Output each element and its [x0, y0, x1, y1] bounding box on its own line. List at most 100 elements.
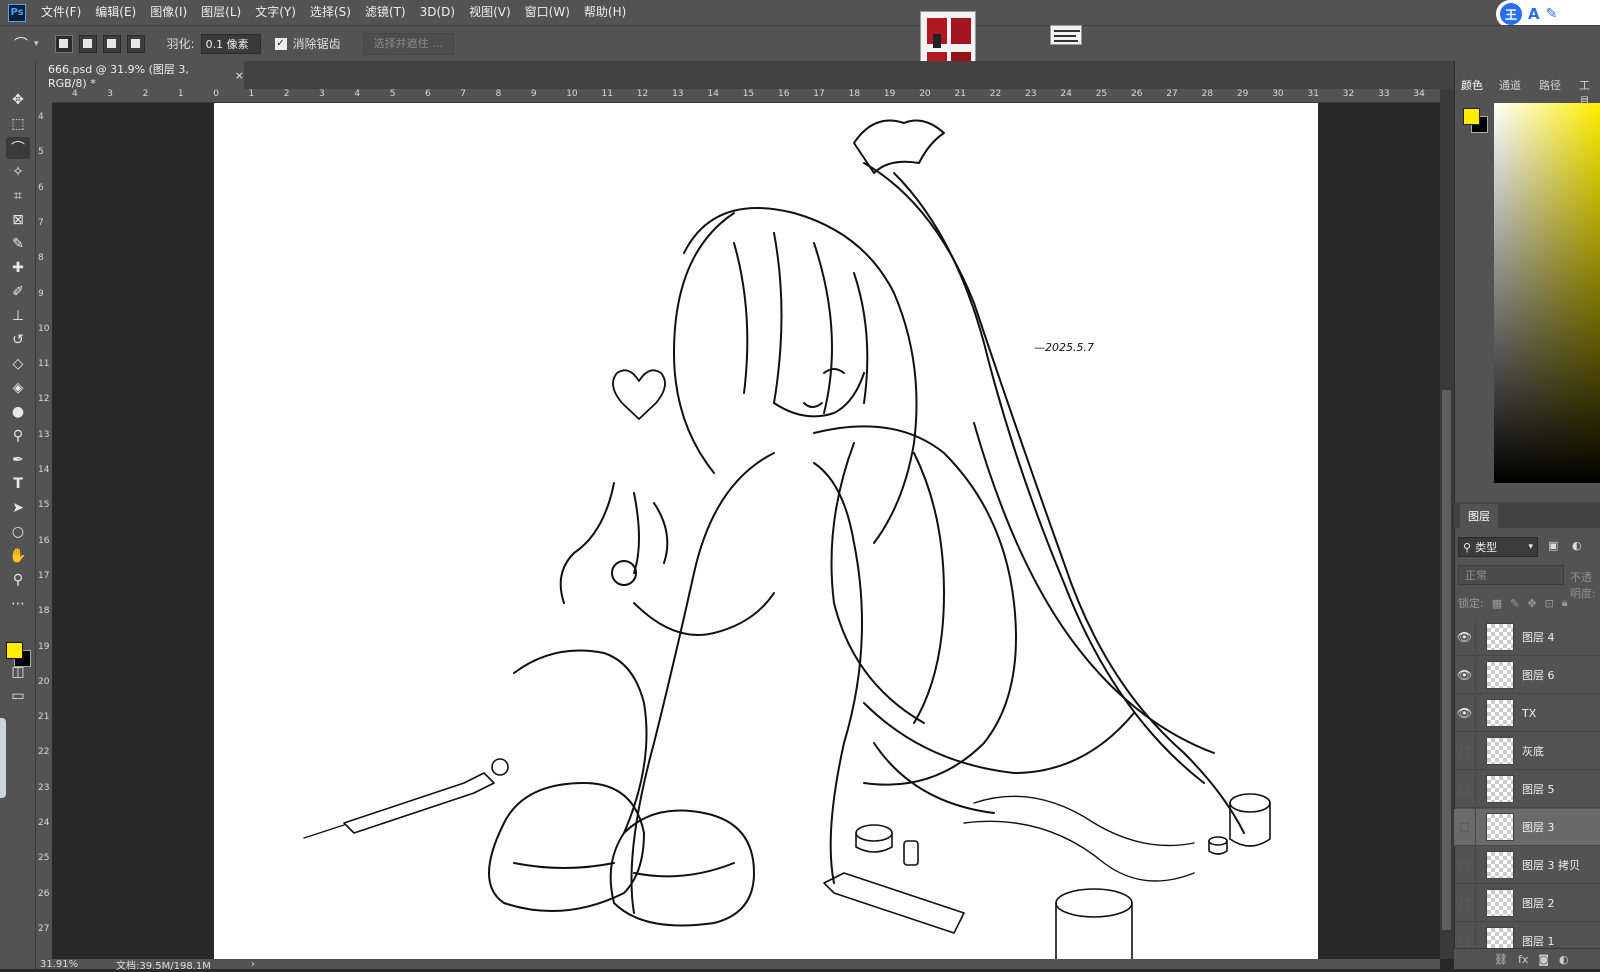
document-canvas[interactable]: —2025.5.7	[214, 103, 1318, 959]
layer-row[interactable]: 👁︎ 图层 4	[1454, 618, 1600, 656]
menu-edit[interactable]: 编辑(E)	[88, 0, 143, 25]
vertical-scrollbar-thumb[interactable]	[1442, 390, 1451, 930]
move-icon[interactable]: ✥	[6, 89, 30, 111]
zoom-level[interactable]: 31.91%	[40, 959, 112, 970]
color-picker-field[interactable]	[1494, 103, 1600, 483]
history-brush-icon[interactable]: ↺	[6, 329, 30, 351]
layer-row[interactable]: 图层 3 拷贝	[1454, 846, 1600, 884]
link-icon[interactable]: ⛓	[1494, 953, 1508, 966]
marquee-icon[interactable]: ⬚	[6, 113, 30, 135]
document-tab-title[interactable]: 666.psd @ 31.9% (图层 3, RGB/8) *	[48, 61, 225, 90]
menu-layer[interactable]: 图层(L)	[194, 0, 248, 25]
fx-button[interactable]: fx	[1518, 953, 1528, 966]
layer-row[interactable]: 👁︎ TX	[1454, 694, 1600, 732]
layer-name: 图层 6	[1522, 669, 1555, 682]
stamp-icon[interactable]: ⊥	[6, 305, 30, 327]
select-and-mask-button[interactable]: 选择并遮住 ...	[362, 32, 454, 55]
mask-icon[interactable]: ◙	[1538, 953, 1549, 966]
translate-widget[interactable]: 王 A ✎	[1496, 0, 1600, 28]
menu-filter[interactable]: 滤镜(T)	[358, 0, 413, 25]
foreground-color-swatch[interactable]	[6, 642, 23, 659]
visibility-eye-icon[interactable]	[1454, 808, 1476, 846]
close-icon[interactable]: ×	[235, 69, 244, 82]
layer-row[interactable]: 图层 2	[1454, 884, 1600, 922]
crop-icon[interactable]: ⌗	[6, 185, 30, 207]
visibility-eye-icon[interactable]: 👁︎	[1454, 656, 1476, 694]
layer-row[interactable]: 图层 3	[1454, 808, 1600, 846]
lock-paint-icon[interactable]: ✎	[1510, 597, 1519, 610]
subtract-selection-button[interactable]	[102, 34, 121, 53]
lock-all-icon[interactable]: 🔒︎	[1562, 596, 1568, 610]
ruler-top-tick: 4	[354, 89, 361, 99]
visibility-eye-icon[interactable]: 👁︎	[1454, 694, 1476, 732]
more-icon[interactable]: ⋯	[6, 593, 30, 615]
ruler-top-tick: 33	[1378, 89, 1390, 99]
layer-row[interactable]: 👁︎ 图层 6	[1454, 656, 1600, 694]
tab-color[interactable]: 颜色	[1461, 77, 1483, 93]
pen-edit-icon[interactable]: ✎	[1546, 6, 1558, 22]
tab-paths[interactable]: 路径	[1539, 77, 1561, 93]
options-bar: ⌒ ▾ 羽化: ✓ 消除锯齿 选择并遮住 ...	[0, 25, 1600, 61]
menu-help[interactable]: 帮助(H)	[577, 0, 633, 25]
tab-layers[interactable]: 图层	[1460, 504, 1498, 528]
side-handle[interactable]	[0, 718, 6, 798]
antialias-checkbox[interactable]: ✓	[274, 37, 287, 50]
ruler-top-tick: 12	[636, 89, 649, 99]
color-panel-foreground[interactable]	[1463, 108, 1480, 125]
ruler-top[interactable]: 4 3 2 1 0 1 2 3 4 5 6 7 8 9 10 11 12 13 14 15 16 17 18 19 20 21 22…	[52, 89, 1440, 103]
reference-text-thumbnail[interactable]	[1050, 25, 1082, 45]
ellipse-icon[interactable]: ○	[6, 521, 30, 543]
path-select-icon[interactable]: ➤	[6, 497, 30, 519]
brush-icon[interactable]: ✐	[6, 281, 30, 303]
status-arrow[interactable]: ›	[251, 959, 255, 970]
visibility-eye-icon[interactable]	[1454, 884, 1476, 922]
blend-mode-dropdown[interactable]: 正常	[1458, 565, 1564, 585]
dodge-icon[interactable]: ⚲	[6, 425, 30, 447]
visibility-eye-icon[interactable]	[1454, 846, 1476, 884]
add-selection-button[interactable]	[78, 34, 97, 53]
translate-icon[interactable]: A	[1528, 5, 1540, 23]
layer-row[interactable]: 图层 5	[1454, 770, 1600, 808]
adjustment-filter-icon[interactable]: ◐	[1572, 539, 1582, 552]
new-selection-button[interactable]	[54, 34, 73, 53]
menu-view[interactable]: 视图(V)	[462, 0, 518, 25]
magic-wand-icon[interactable]: ✧	[6, 161, 30, 183]
blur-icon[interactable]: ●	[6, 401, 30, 423]
layer-filter-dropdown[interactable]: ⚲ 类型 ▾	[1458, 537, 1538, 557]
eraser-icon[interactable]: ◇	[6, 353, 30, 375]
paint-bucket-icon[interactable]: ◈	[6, 377, 30, 399]
layer-row[interactable]: 灰底	[1454, 732, 1600, 770]
screen-mode-icon[interactable]: ▭	[6, 685, 30, 707]
document-tab[interactable]: 666.psd @ 31.9% (图层 3, RGB/8) * ×	[36, 61, 244, 90]
translate-avatar[interactable]: 王	[1500, 3, 1522, 25]
menu-3d[interactable]: 3D(D)	[413, 0, 462, 25]
adjustment-icon[interactable]: ◐	[1559, 953, 1569, 966]
eyedropper-icon[interactable]: ✎	[6, 233, 30, 255]
lock-transparent-icon[interactable]: ▦	[1492, 597, 1502, 610]
lasso-icon[interactable]: ⌒	[14, 34, 28, 54]
image-filter-icon[interactable]: ▣	[1548, 539, 1558, 552]
tab-channels[interactable]: 通道	[1499, 77, 1521, 93]
lock-artboard-icon[interactable]: ⊡	[1545, 597, 1554, 610]
zoom-icon[interactable]: ⚲	[6, 569, 30, 591]
ruler-left[interactable]: 4 5 6 7 8 9 10 11 12 13 14 15 16 17 18 19 20 21 22 23 24 25 26…	[36, 103, 52, 959]
menu-type[interactable]: 文字(Y)	[248, 0, 303, 25]
intersect-selection-button[interactable]	[126, 34, 145, 53]
menu-image[interactable]: 图像(I)	[143, 0, 194, 25]
frame-icon[interactable]: ⊠	[6, 209, 30, 231]
menu-select[interactable]: 选择(S)	[303, 0, 358, 25]
ruler-left-tick: 27	[38, 923, 50, 934]
type-icon[interactable]: T	[6, 473, 30, 495]
feather-input[interactable]	[200, 33, 261, 54]
healing-icon[interactable]: ✚	[6, 257, 30, 279]
lock-position-icon[interactable]: ✥	[1527, 597, 1536, 610]
menu-file[interactable]: 文件(F)	[34, 0, 88, 25]
visibility-eye-icon[interactable]	[1454, 732, 1476, 770]
menu-window[interactable]: 窗口(W)	[518, 0, 577, 25]
visibility-eye-icon[interactable]	[1454, 770, 1476, 808]
lasso-icon[interactable]: ⌒	[6, 137, 30, 159]
hand-icon[interactable]: ✋	[6, 545, 30, 567]
pen-icon[interactable]: ✒	[6, 449, 30, 471]
chevron-down-icon[interactable]: ▾	[34, 39, 39, 49]
visibility-eye-icon[interactable]: 👁︎	[1454, 618, 1476, 656]
